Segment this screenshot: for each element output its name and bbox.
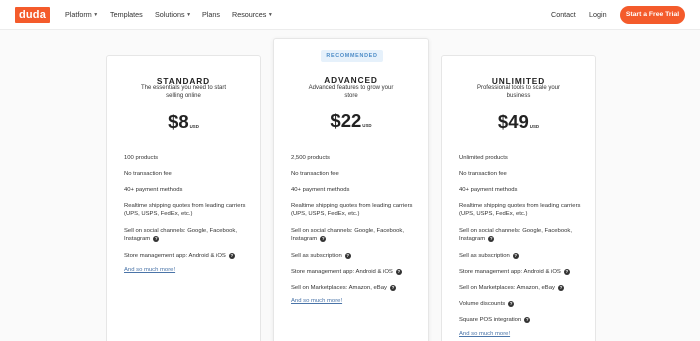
question-circle-icon[interactable]: ? <box>389 285 396 291</box>
price-amount: $49 <box>497 111 529 132</box>
question-circle-icon[interactable]: ? <box>508 301 515 307</box>
start-free-trial-button[interactable]: Start a Free Trial <box>620 6 685 24</box>
nav-item-label: Platform <box>65 10 92 19</box>
question-circle-icon[interactable]: ? <box>344 253 351 259</box>
nav-item-label: Templates <box>110 10 143 19</box>
feature-item: Sell as subscription? <box>291 253 351 259</box>
question-circle-icon[interactable]: ? <box>153 236 160 243</box>
feature-list: 100 products No transaction fee 40+ paym… <box>124 154 258 268</box>
plan-card-standard: STANDARD The essentials you need to star… <box>106 55 261 341</box>
chevron-down-icon: ▼ <box>186 12 192 18</box>
question-circle-icon[interactable]: ? <box>557 285 564 291</box>
nav-item-label: Plans <box>202 10 220 19</box>
feature-item: Store management app: Android & iOS? <box>291 269 402 275</box>
nav-item-label: Solutions <box>155 10 185 19</box>
chevron-down-icon: ▼ <box>93 12 99 18</box>
plan-description: Advanced features to grow your store <box>308 85 394 100</box>
plan-price: $22USD <box>274 110 428 132</box>
and-so-much-more-link[interactable]: And so much more! <box>124 267 175 273</box>
and-so-much-more-link[interactable]: And so much more! <box>291 298 342 304</box>
feature-item: Realtime shipping quotes from leading ca… <box>291 203 413 218</box>
and-so-much-more-link[interactable]: And so much more! <box>459 331 510 337</box>
feature-item: Volume discounts? <box>459 301 515 307</box>
feature-item: Store management app: Android & iOS? <box>459 269 570 275</box>
feature-item: 40+ payment methods <box>459 187 518 193</box>
top-nav: duda Platform ▼ Templates Solutions ▼ Plan… <box>0 0 700 30</box>
feature-item: Realtime shipping quotes from leading ca… <box>124 203 246 218</box>
nav-item-platform[interactable]: Platform ▼ <box>65 10 98 20</box>
feature-item: Square POS integration? <box>459 317 531 323</box>
nav-item-resources[interactable]: Resources ▼ <box>232 10 273 20</box>
plan-description: The essentials you need to start selling… <box>140 85 227 100</box>
feature-item: Sell on social channels: Google, Faceboo… <box>291 228 404 243</box>
plan-card-advanced: RECOMMENDED ADVANCED Advanced features t… <box>273 38 429 341</box>
plan-description: Professional tools to scale your busines… <box>476 85 561 100</box>
feature-item: 100 products <box>124 155 159 161</box>
contact-link[interactable]: Contact <box>551 10 576 20</box>
question-circle-icon[interactable]: ? <box>563 269 570 275</box>
plan-price: $49USD <box>442 111 595 133</box>
price-amount: $8 <box>168 111 189 132</box>
feature-item: No transaction fee <box>124 171 172 177</box>
feature-item: Sell on social channels: Google, Faceboo… <box>124 228 237 243</box>
feature-item: Store management app: Android & iOS? <box>124 253 235 259</box>
recommended-badge: RECOMMENDED <box>321 50 383 62</box>
plan-card-unlimited: UNLIMITED Professional tools to scale yo… <box>441 55 596 341</box>
price-currency: USD <box>189 124 199 129</box>
duda-logo[interactable]: duda <box>15 7 50 23</box>
feature-list: 2,500 products No transaction fee 40+ pa… <box>291 154 425 300</box>
feature-item: No transaction fee <box>291 171 339 177</box>
question-circle-icon[interactable]: ? <box>524 317 531 323</box>
feature-item: 40+ payment methods <box>124 187 183 193</box>
feature-item: Unlimited products <box>459 155 508 161</box>
nav-item-label: Resources <box>232 10 267 19</box>
feature-item: No transaction fee <box>459 171 507 177</box>
feature-item: 2,500 products <box>291 155 330 161</box>
nav-item-templates[interactable]: Templates <box>110 10 143 20</box>
question-circle-icon[interactable]: ? <box>228 253 235 259</box>
feature-item: Sell on Marketplaces: Amazon, eBay? <box>459 285 564 291</box>
chevron-down-icon: ▼ <box>267 12 273 18</box>
question-circle-icon[interactable]: ? <box>395 269 402 275</box>
feature-item: Sell on social channels: Google, Faceboo… <box>459 228 572 243</box>
price-currency: USD <box>529 124 540 129</box>
feature-item: Sell as subscription? <box>459 253 519 259</box>
feature-item: 40+ payment methods <box>291 187 350 193</box>
feature-item: Realtime shipping quotes from leading ca… <box>459 203 581 218</box>
question-circle-icon[interactable]: ? <box>320 236 327 243</box>
plan-price: $8USD <box>107 111 260 133</box>
question-circle-icon[interactable]: ? <box>512 253 519 259</box>
nav-item-solutions[interactable]: Solutions ▼ <box>155 10 191 20</box>
question-circle-icon[interactable]: ? <box>488 236 495 243</box>
login-link[interactable]: Login <box>589 10 607 20</box>
price-currency: USD <box>362 123 372 128</box>
price-amount: $22 <box>330 110 362 131</box>
feature-list: Unlimited products No transaction fee 40… <box>459 154 593 332</box>
nav-item-plans[interactable]: Plans <box>202 10 220 20</box>
